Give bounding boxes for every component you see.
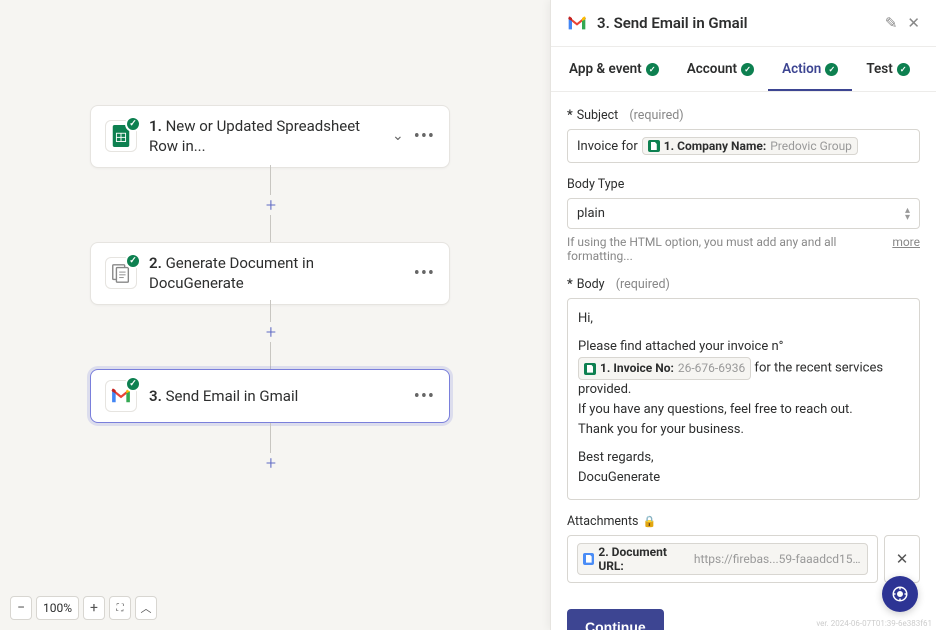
select-arrows-icon: ▴▾	[905, 207, 910, 221]
subject-input[interactable]: Invoice for 1. Company Name: Predovic Gr…	[567, 129, 920, 163]
sheets-icon	[584, 363, 596, 375]
collapse-button[interactable]: ︿	[135, 596, 157, 620]
edit-icon[interactable]: ✎	[885, 14, 898, 32]
close-icon[interactable]: ✕	[907, 14, 920, 32]
help-button[interactable]	[882, 576, 918, 612]
panel-header: 3. Send Email in Gmail ✎ ✕	[551, 0, 936, 47]
version-text: ver. 2024-06-07T01:39-6e383f61	[816, 619, 932, 628]
more-link[interactable]: more	[892, 235, 920, 263]
connector	[270, 300, 271, 322]
more-icon[interactable]: •••	[414, 126, 435, 147]
connector	[270, 342, 271, 369]
bodytype-help: If using the HTML option, you must add a…	[567, 235, 920, 263]
gmail-icon	[105, 380, 137, 412]
connector	[270, 423, 271, 453]
check-icon	[125, 116, 141, 132]
sheets-icon	[105, 120, 137, 152]
node-title: 2. Generate Document in DocuGenerate	[149, 253, 402, 294]
docugenerate-icon	[105, 257, 137, 289]
tab-app-event[interactable]: App & event	[555, 47, 673, 91]
check-icon	[125, 376, 141, 392]
panel-body: *Subject (required) Invoice for 1. Compa…	[551, 92, 936, 630]
connector	[270, 165, 271, 195]
bodytype-select[interactable]: plain ▴▾	[567, 198, 920, 229]
node-title: 1. New or Updated Spreadsheet Row in...	[149, 116, 380, 157]
more-icon[interactable]: •••	[414, 263, 435, 284]
check-icon	[897, 63, 910, 76]
mapped-field-pill[interactable]: 2. Document URL: https://firebas...59-fa…	[577, 543, 868, 575]
check-icon	[646, 63, 659, 76]
fit-view-button[interactable]: ⛶	[109, 596, 131, 620]
add-step-button[interactable]: +	[261, 453, 281, 473]
bodytype-label: Body Type	[567, 177, 920, 192]
chevron-down-icon[interactable]: ⌄	[392, 128, 404, 144]
check-icon	[825, 63, 838, 76]
check-icon	[741, 63, 754, 76]
zoom-level: 100%	[36, 596, 79, 620]
panel-tabs: App & event Account Action Test	[551, 47, 936, 92]
workflow-node-2[interactable]: 2. Generate Document in DocuGenerate •••	[90, 242, 450, 305]
document-icon	[583, 553, 594, 565]
gmail-icon	[567, 16, 587, 31]
workflow-canvas: 1. New or Updated Spreadsheet Row in... …	[0, 0, 550, 630]
zoom-controls: − 100% + ⛶ ︿	[10, 596, 157, 620]
attachment-input[interactable]: 2. Document URL: https://firebas...59-fa…	[567, 535, 878, 583]
zoom-out-button[interactable]: −	[10, 596, 32, 620]
more-icon[interactable]: •••	[414, 386, 435, 407]
tab-account[interactable]: Account	[673, 47, 768, 91]
add-step-button[interactable]: +	[261, 195, 281, 215]
check-icon	[125, 253, 141, 269]
panel-title: 3. Send Email in Gmail	[597, 14, 875, 32]
mapped-field-pill[interactable]: 1. Invoice No: 26-676-6936	[578, 357, 751, 380]
sheets-icon	[648, 140, 660, 152]
mapped-field-pill[interactable]: 1. Company Name: Predovic Group	[642, 137, 858, 155]
workflow-node-1[interactable]: 1. New or Updated Spreadsheet Row in... …	[90, 105, 450, 168]
subject-label: *Subject (required)	[567, 108, 920, 123]
add-step-button[interactable]: +	[261, 322, 281, 342]
connector	[270, 215, 271, 242]
tab-test[interactable]: Test	[852, 47, 923, 91]
lock-icon: 🔒	[643, 515, 657, 528]
step-config-panel: 3. Send Email in Gmail ✎ ✕ App & event A…	[550, 0, 936, 630]
zoom-in-button[interactable]: +	[83, 596, 105, 620]
tab-action[interactable]: Action	[768, 47, 852, 91]
workflow-node-3[interactable]: 3. Send Email in Gmail •••	[90, 369, 450, 423]
node-title: 3. Send Email in Gmail	[149, 386, 402, 406]
continue-button[interactable]: Continue	[567, 609, 664, 630]
body-input[interactable]: Hi, Please find attached your invoice n°…	[567, 298, 920, 500]
attachments-label: Attachments 🔒	[567, 514, 920, 529]
body-label: *Body (required)	[567, 277, 920, 292]
